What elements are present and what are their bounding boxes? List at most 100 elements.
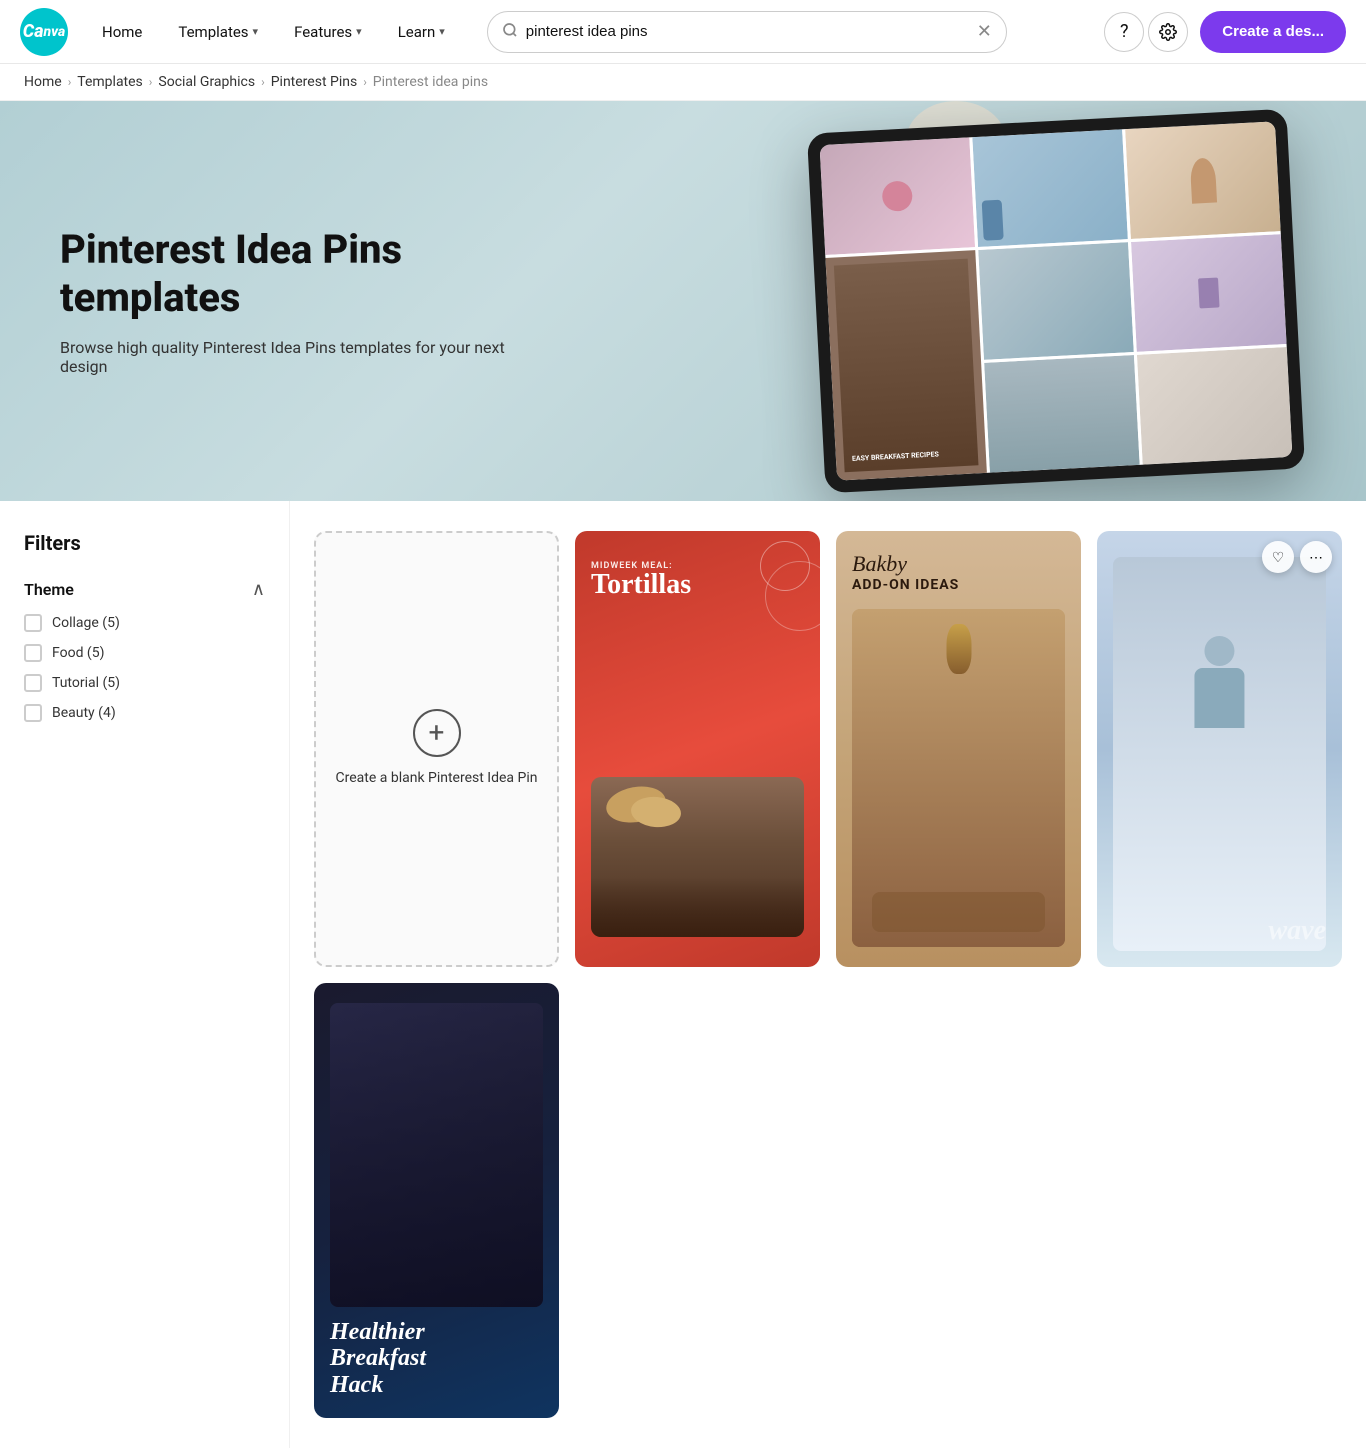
create-blank-card[interactable]: + Create a blank Pinterest Idea Pin: [314, 531, 559, 967]
main-content: Filters Theme ∧ Collage (5) Food (5) Tut…: [0, 501, 1366, 1448]
filter-checkbox-collage[interactable]: [24, 614, 42, 632]
food-item-2: [630, 794, 682, 828]
nav-home-label: Home: [102, 23, 142, 41]
person-head: [1205, 636, 1235, 666]
blue-card-overlay: ♡ ⋯: [1262, 541, 1332, 573]
blank-card-plus-icon: +: [413, 709, 461, 757]
search-icon: [502, 22, 518, 42]
person-body: [1195, 668, 1245, 728]
breadcrumb-templates[interactable]: Templates: [77, 74, 143, 90]
nav-features[interactable]: Features ▾: [280, 15, 376, 49]
template-card-tortillas[interactable]: MIDWEEK MEAL: Tortillas ♡ ···: [575, 531, 820, 967]
logo-text: Ca: [23, 21, 44, 42]
syrup-drizzle: [946, 624, 971, 674]
tablet-cell-book: [1131, 234, 1287, 352]
theme-filter-header[interactable]: Theme ∧: [24, 579, 265, 600]
filters-title: Filters: [24, 531, 265, 555]
blue-like-button[interactable]: ♡: [1262, 541, 1294, 573]
tablet-cell-woman: [1125, 121, 1281, 239]
search-clear-icon[interactable]: ✕: [977, 23, 992, 41]
wave-watermark: wave: [1268, 915, 1326, 947]
breadcrumb-sep-3: ›: [261, 75, 265, 89]
navbar: Ca nva Home Templates ▾ Features ▾ Learn…: [0, 0, 1366, 64]
help-icon: ?: [1120, 21, 1129, 42]
nav-features-label: Features: [294, 23, 352, 41]
tablet-cell-food: EASY BREAKFAST RECIPES: [825, 250, 986, 481]
filter-label-tutorial: Tutorial (5): [52, 675, 120, 691]
food-base: [872, 892, 1045, 932]
dark-card-content: HealthierBreakfastHack: [314, 983, 559, 1419]
tablet-cell-misc: [1137, 347, 1293, 465]
breadcrumb-home[interactable]: Home: [24, 74, 62, 90]
dark-like-button[interactable]: ♡: [479, 993, 511, 1025]
nav-templates[interactable]: Templates ▾: [164, 15, 272, 49]
canva-logo[interactable]: Ca nva: [20, 8, 68, 56]
template-card-blue-person[interactable]: wave ♡ ⋯: [1097, 531, 1342, 967]
tablet-cell-landscape: [984, 355, 1140, 473]
food-shadow: [591, 877, 804, 937]
theme-filter-title: Theme: [24, 580, 74, 599]
breadcrumb-current: Pinterest idea pins: [373, 74, 488, 90]
tablet-cell-blue: [972, 129, 1128, 247]
filter-item-beauty[interactable]: Beauty (4): [24, 704, 265, 722]
filters-panel: Filters Theme ∧ Collage (5) Food (5) Tut…: [0, 501, 290, 1448]
blue-person-content: wave: [1097, 531, 1342, 967]
filter-checkbox-tutorial[interactable]: [24, 674, 42, 692]
template-card-bakby[interactable]: Bakby ADD-ON IDEAS ♡ ···: [836, 531, 1081, 967]
filter-item-tutorial[interactable]: Tutorial (5): [24, 674, 265, 692]
dark-card-title: HealthierBreakfastHack: [330, 1319, 543, 1398]
breadcrumb-social-graphics[interactable]: Social Graphics: [158, 74, 255, 90]
help-button[interactable]: ?: [1104, 12, 1144, 52]
breadcrumb-pinterest-pins[interactable]: Pinterest Pins: [271, 74, 357, 90]
dark-card-image: [330, 1003, 543, 1307]
create-design-button[interactable]: Create a des...: [1200, 11, 1346, 53]
search-bar: ✕: [487, 11, 1007, 53]
blue-more-button[interactable]: ⋯: [1300, 541, 1332, 573]
breadcrumb-sep-2: ›: [149, 75, 153, 89]
blank-card-label: Create a blank Pinterest Idea Pin: [324, 769, 550, 789]
bakby-more-button[interactable]: ···: [1039, 541, 1071, 573]
nav-learn[interactable]: Learn ▾: [384, 15, 459, 49]
settings-button[interactable]: [1148, 12, 1188, 52]
plus-icon: +: [429, 716, 445, 749]
templates-chevron-icon: ▾: [253, 25, 259, 38]
gear-icon: [1159, 23, 1177, 41]
filter-checkbox-beauty[interactable]: [24, 704, 42, 722]
bakby-subtitle: ADD-ON IDEAS: [852, 577, 1065, 593]
bakby-content: Bakby ADD-ON IDEAS: [836, 531, 1081, 967]
features-chevron-icon: ▾: [356, 25, 362, 38]
theme-filter-toggle-icon: ∧: [252, 579, 265, 600]
filter-checkbox-food[interactable]: [24, 644, 42, 662]
nav-home[interactable]: Home: [88, 15, 156, 49]
tortillas-content: MIDWEEK MEAL: Tortillas: [575, 531, 820, 967]
nav-templates-label: Templates: [178, 23, 248, 41]
templates-area: + Create a blank Pinterest Idea Pin MIDW…: [290, 501, 1366, 1448]
hero-text-block: Pinterest Idea Pins templates Browse hig…: [0, 226, 600, 376]
bakby-food-image: [852, 609, 1065, 947]
filter-item-collage[interactable]: Collage (5): [24, 614, 265, 632]
hero-tablet-mockup: EASY BREAKFAST RECIPES: [816, 121, 1336, 501]
breadcrumb-sep-1: ›: [68, 75, 72, 89]
dark-more-button[interactable]: ···: [517, 993, 549, 1025]
tortillas-food-img: [591, 599, 804, 947]
hero-subtitle: Browse high quality Pinterest Idea Pins …: [60, 338, 540, 376]
hero-banner: Pinterest Idea Pins templates Browse hig…: [0, 101, 1366, 501]
tablet-frame: EASY BREAKFAST RECIPES: [807, 109, 1305, 494]
filter-label-collage: Collage (5): [52, 615, 120, 631]
tablet-cell-plant: [978, 242, 1134, 360]
tortillas-like-button[interactable]: ♡: [740, 541, 772, 573]
breadcrumb: Home › Templates › Social Graphics › Pin…: [0, 64, 1366, 101]
nav-right-actions: ? Create a des...: [1104, 11, 1346, 53]
search-input[interactable]: [526, 23, 969, 40]
nav-learn-label: Learn: [398, 23, 436, 41]
bakby-like-button[interactable]: ♡: [1001, 541, 1033, 573]
templates-grid: + Create a blank Pinterest Idea Pin MIDW…: [314, 531, 1342, 1418]
learn-chevron-icon: ▾: [439, 25, 445, 38]
blue-person-image: [1113, 557, 1326, 951]
filter-label-beauty: Beauty (4): [52, 705, 116, 721]
theme-filter-section: Theme ∧ Collage (5) Food (5) Tutorial (5…: [24, 579, 265, 722]
dark-card-overlay-bg: [330, 1003, 543, 1307]
filter-item-food[interactable]: Food (5): [24, 644, 265, 662]
tortillas-more-button[interactable]: ···: [778, 541, 810, 573]
template-card-dark[interactable]: HealthierBreakfastHack ♡ ···: [314, 983, 559, 1419]
